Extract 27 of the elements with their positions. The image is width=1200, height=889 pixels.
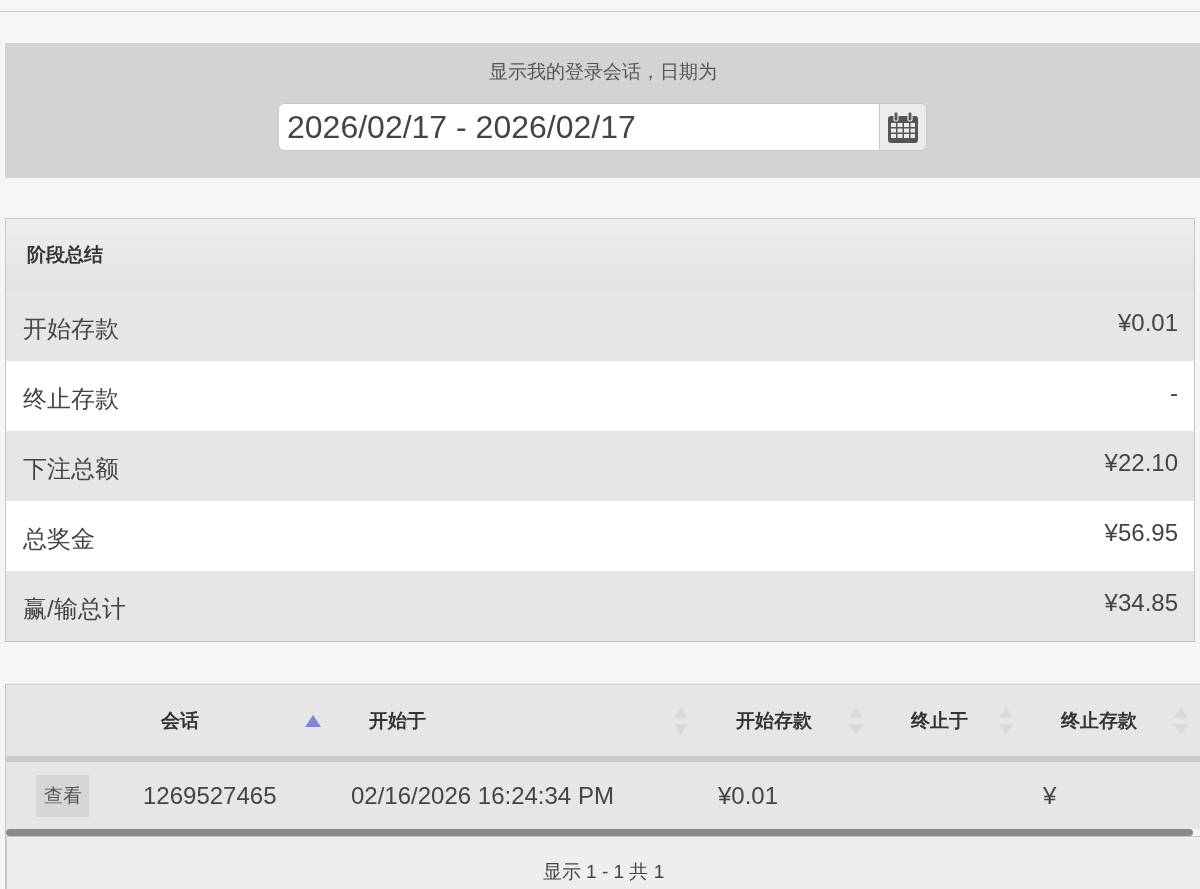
summary-value: ¥0.01 (1117, 309, 1178, 338)
summary-label: 赢/输总计 (23, 594, 126, 624)
column-header[interactable]: 开始于 (333, 685, 700, 756)
view-button[interactable]: 查看 (36, 774, 89, 817)
table-cell: 02/16/2026 16:24:34 PM (351, 781, 614, 810)
summary-label: 终止存款 (23, 384, 119, 414)
summary-value: - (1170, 379, 1178, 408)
date-range-field[interactable]: 2026/02/17 - 2026/02/17 (278, 103, 879, 151)
summary-label: 开始存款 (23, 314, 119, 344)
summary-label: 下注总额 (23, 454, 119, 484)
summary-label: 总奖金 (23, 524, 95, 554)
table-cell: ¥0.01 (718, 781, 779, 810)
table-cell: 1269527465 (143, 781, 277, 810)
calendar-icon (888, 111, 918, 143)
horizontal-scrollbar[interactable] (6, 829, 1193, 836)
summary-value: ¥22.10 (1104, 449, 1178, 478)
filter-label: 显示我的登录会话，日期为 (488, 61, 717, 83)
calendar-button[interactable] (879, 103, 927, 151)
column-header[interactable]: 终止于 (875, 685, 1025, 756)
column-header[interactable]: 开始存款 (700, 685, 875, 756)
column-header[interactable]: 会话 (125, 685, 333, 756)
summary-value: ¥56.95 (1104, 519, 1178, 548)
column-header[interactable]: 终止存款 (1025, 685, 1200, 756)
summary-title: 阶段总结 (27, 243, 103, 267)
table-info: 显示 1 - 1 共 1 (542, 861, 665, 884)
table-cell: ¥ (1043, 781, 1057, 810)
summary-value: ¥34.85 (1104, 589, 1178, 618)
